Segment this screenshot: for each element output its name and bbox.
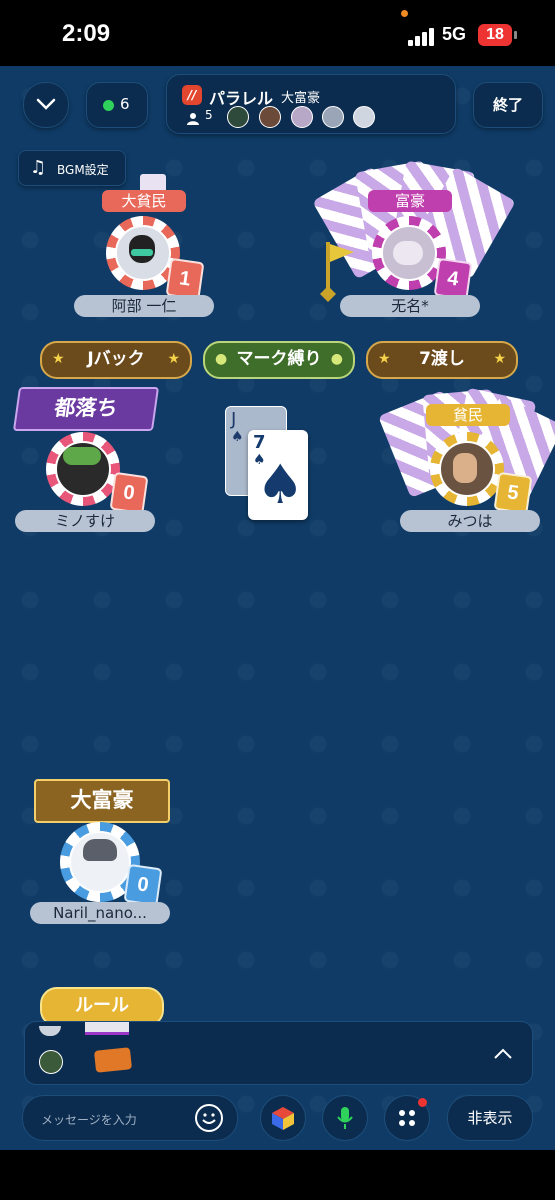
card-count-badge: 5 [493, 471, 533, 515]
star-icon: ★ [493, 351, 506, 367]
avatar [322, 106, 344, 128]
recording-dot [401, 10, 408, 17]
voice-button[interactable] [322, 1095, 368, 1141]
rule-label: 7渡し [419, 349, 465, 369]
card-count-badge: 1 [165, 257, 205, 301]
dice-button[interactable] [260, 1095, 306, 1141]
chevron-down-icon [36, 98, 56, 110]
online-count-button[interactable]: 6 [86, 82, 148, 128]
message-input[interactable]: メッセージを入力 [22, 1095, 238, 1141]
avatar [55, 441, 111, 497]
avatar [259, 106, 281, 128]
online-count: 6 [120, 95, 130, 113]
avatar [69, 831, 131, 893]
avatar [353, 106, 375, 128]
dot-icon: ● [330, 351, 343, 367]
player-name: Naril_nano... [30, 902, 170, 924]
grid-dots-icon [399, 1110, 415, 1126]
role-ribbon: 大富豪 [34, 779, 170, 823]
star-icon: ★ [167, 351, 180, 367]
battery-icon: 18 [478, 24, 517, 46]
avatar [381, 225, 437, 281]
star-icon: ★ [52, 351, 65, 367]
avatar-chip [430, 432, 504, 506]
microphone-icon [337, 1107, 353, 1129]
rule-tag-jback: ★ Jバック ★ [40, 341, 192, 379]
player-name: 无名* [340, 295, 480, 317]
spade-icon: ♠ [231, 429, 244, 445]
chevron-up-icon[interactable] [493, 1048, 513, 1060]
role-label: 富豪 [368, 190, 452, 212]
room-title: パラレル [209, 89, 274, 108]
dot-icon: ● [215, 351, 228, 367]
status-bar: 2:09 5G 18 [0, 0, 555, 66]
player-name: みつは [400, 510, 540, 532]
anime-figure-icon [393, 241, 423, 265]
menu-button[interactable] [384, 1095, 430, 1141]
card-count-badge: 4 [433, 257, 473, 301]
card-count-badge: 0 [123, 863, 163, 907]
status-ribbon: 都落ち [12, 387, 160, 431]
star-icon: ★ [378, 351, 391, 367]
cat-icon [453, 453, 477, 483]
signal-icon [408, 28, 436, 46]
notification-dot [418, 1098, 427, 1107]
card-rank: 7 [253, 432, 266, 453]
clock: 2:09 [62, 20, 111, 47]
avatar-chip [46, 432, 120, 506]
rule-tag-seven-pass: ★ 7渡し ★ [366, 341, 518, 379]
avatar [39, 1026, 61, 1036]
role-label: 貧民 [426, 404, 510, 426]
role-label: 大貧民 [102, 190, 186, 212]
online-dot-icon [103, 100, 114, 111]
avatar [291, 106, 313, 128]
spade-icon: ♠ [256, 453, 305, 516]
hide-button[interactable]: 非表示 [447, 1095, 533, 1141]
flag-icon [320, 242, 354, 302]
goggles-icon [131, 249, 153, 256]
rule-label: Jバック [87, 349, 145, 369]
avatar [115, 225, 171, 281]
sticker-icon [93, 1047, 133, 1073]
collapse-button[interactable] [23, 82, 69, 128]
bgm-settings-button[interactable]: ♫ BGM設定 [18, 150, 126, 186]
home-indicator-area [0, 1150, 555, 1200]
player-name: ミノすけ [15, 510, 155, 532]
avatar [439, 441, 495, 497]
parallel-logo-icon: // [182, 85, 202, 105]
rule-label: マーク縛り [236, 349, 322, 369]
player-count: 5 [205, 108, 213, 122]
chat-log[interactable] [24, 1021, 533, 1085]
card-count-badge: 0 [109, 471, 149, 515]
rule-tag-suit-lock: ● マーク縛り ● [203, 341, 355, 379]
network-type: 5G [442, 24, 467, 44]
player-name: 阿部 一仁 [74, 295, 214, 317]
end-button[interactable]: 終了 [473, 82, 543, 128]
sticker-icon [85, 1022, 129, 1035]
bgm-label: BGM設定 [57, 163, 109, 177]
message-placeholder: メッセージを入力 [41, 1113, 137, 1127]
room-info[interactable]: // パラレル 大富豪 5 [166, 74, 456, 134]
card-rank: J [231, 409, 237, 430]
avatar [39, 1050, 63, 1074]
anime-hair-icon [83, 839, 117, 861]
room-game: 大富豪 [281, 91, 321, 106]
avatar [227, 106, 249, 128]
dice-icon [272, 1107, 294, 1130]
music-note-icon: ♫ [30, 157, 47, 178]
played-card: 7 ♠ ♠ [248, 430, 308, 520]
emoji-icon[interactable] [195, 1104, 223, 1132]
cat-hat-icon [63, 447, 101, 465]
game-table: 6 // パラレル 大富豪 5 終了 ♫ BGM設定 大貧民 1 阿部 一仁 富… [0, 66, 555, 1150]
person-icon [187, 113, 199, 125]
